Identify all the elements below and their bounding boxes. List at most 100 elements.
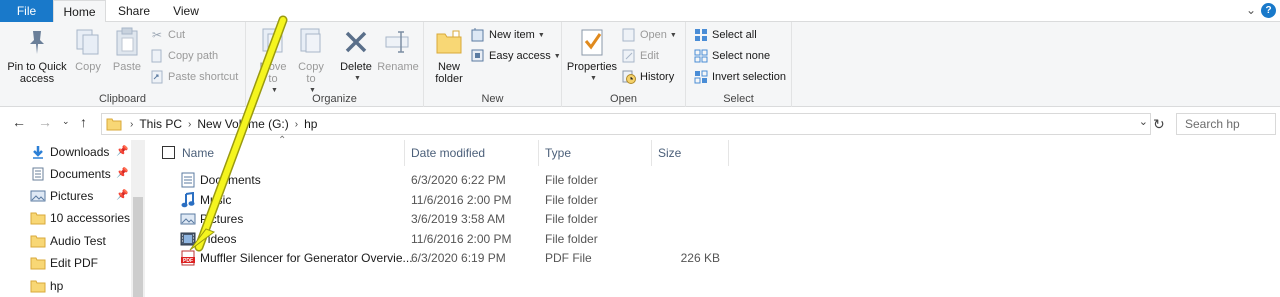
edit-button[interactable]: Edit — [622, 47, 659, 65]
file-date: 3/6/2019 3:58 AM — [411, 212, 506, 226]
forward-arrow-icon[interactable]: → — [38, 114, 52, 130]
expand-ribbon-chevron-icon[interactable]: ⌄ — [1246, 3, 1256, 17]
column-header-size[interactable]: Size — [652, 140, 729, 166]
edit-icon — [622, 49, 636, 63]
file-date: 11/6/2016 2:00 PM — [411, 193, 512, 207]
cut-button[interactable]: ✂ Cut — [150, 26, 185, 44]
file-name: Muffler Silencer for Generator Overvie..… — [200, 251, 413, 265]
file-row[interactable]: Music 11/6/2016 2:00 PM File folder — [154, 190, 729, 210]
rename-icon — [382, 26, 414, 58]
delete-button[interactable]: Delete ▼ — [336, 26, 376, 85]
paste-button[interactable]: Paste — [110, 26, 144, 73]
nav-item-documents[interactable]: Documents — [30, 163, 111, 185]
delete-x-icon — [340, 26, 372, 58]
nav-label-10-accessories: 10 accessories — [50, 211, 131, 225]
folder-location-icon — [106, 117, 122, 131]
breadcrumb-hp[interactable]: hp — [304, 117, 317, 131]
help-icon[interactable]: ? — [1261, 3, 1276, 18]
copy-path-label: Copy path — [168, 50, 219, 62]
folder-icon — [30, 234, 46, 248]
scissors-icon: ✂ — [151, 28, 163, 42]
navigation-bar: ← → ⌄ ↑ › This PC › New Volume (G:) › hp… — [0, 110, 1280, 138]
documents-folder-icon — [180, 172, 196, 188]
new-item-button[interactable]: New item ▼ — [471, 26, 545, 44]
file-date: 6/3/2020 6:22 PM — [411, 173, 506, 187]
organize-group-label: Organize — [312, 93, 357, 105]
copy-label: Copy — [75, 61, 101, 73]
nav-item-pictures[interactable]: Pictures — [30, 185, 93, 207]
file-list-header: ⌃ Name Date modified Type Size — [154, 135, 729, 166]
nav-item-downloads[interactable]: Downloads — [30, 141, 109, 163]
select-group: Select all Select none Invert selection … — [686, 22, 792, 107]
easy-access-button[interactable]: Easy access ▼ — [471, 47, 561, 65]
open-group: Properties ▼ Open ▼ Edit History Open — [562, 22, 686, 107]
copy-to-button[interactable]: Copy to ▼ — [294, 26, 328, 97]
history-label: History — [640, 71, 675, 83]
open-label: Open — [640, 29, 667, 41]
nav-item-hp[interactable]: hp — [30, 275, 63, 297]
file-type: File folder — [545, 193, 598, 207]
file-row[interactable]: Documents 6/3/2020 6:22 PM File folder — [154, 170, 729, 190]
nav-item-edit-pdf[interactable]: Edit PDF — [30, 252, 98, 274]
column-header-type[interactable]: Type — [539, 140, 652, 166]
file-name: Pictures — [200, 212, 244, 226]
open-icon — [622, 28, 636, 42]
recent-locations-chevron-icon[interactable]: ⌄ — [62, 116, 70, 127]
tab-home[interactable]: Home — [53, 0, 106, 23]
pinned-icon[interactable]: 📌 — [116, 168, 128, 179]
nav-label-audio-test: Audio Test — [50, 234, 106, 248]
file-size: 226 KB — [680, 251, 720, 265]
new-folder-button[interactable]: New folder — [430, 26, 468, 85]
move-to-icon — [257, 26, 289, 58]
ribbon: Pin to Quick access Copy Paste ✂ Cut Cop… — [0, 22, 1280, 107]
address-bar[interactable]: › This PC › New Volume (G:) › hp ⌄ — [101, 113, 1151, 135]
video-folder-icon — [180, 231, 196, 247]
breadcrumb-new-volume[interactable]: New Volume (G:) — [197, 117, 288, 131]
pin-to-quick-access-button[interactable]: Pin to Quick access — [6, 26, 68, 85]
new-folder-icon — [433, 26, 465, 58]
search-input[interactable]: Search hp — [1176, 113, 1276, 135]
move-to-button[interactable]: Move to ▼ — [256, 26, 290, 97]
open-button[interactable]: Open ▼ — [622, 26, 677, 44]
address-dropdown-chevron-icon[interactable]: ⌄ — [1139, 115, 1148, 128]
pinned-icon[interactable]: 📌 — [116, 146, 128, 157]
invert-selection-button[interactable]: Invert selection — [694, 68, 786, 86]
nav-item-10-accessories[interactable]: 10 accessories — [30, 207, 130, 229]
properties-label: Properties — [566, 61, 618, 73]
back-arrow-icon[interactable]: ← — [12, 114, 26, 130]
copy-path-button[interactable]: Copy path — [150, 47, 218, 65]
file-row[interactable]: Videos 11/6/2016 2:00 PM File folder — [154, 229, 729, 249]
rename-button[interactable]: Rename — [376, 26, 420, 73]
column-header-date-modified[interactable]: Date modified — [405, 140, 539, 166]
pinned-icon[interactable]: 📌 — [116, 190, 128, 201]
select-all-label: Select all — [712, 29, 757, 41]
refresh-icon[interactable]: ↻ — [1153, 116, 1165, 133]
file-row[interactable]: Pictures 3/6/2019 3:58 AM File folder — [154, 209, 729, 229]
tab-file[interactable]: File — [0, 0, 53, 22]
folder-icon — [30, 279, 46, 293]
column-header-name[interactable]: Name — [176, 140, 405, 166]
paste-shortcut-button[interactable]: Paste shortcut — [150, 68, 238, 86]
nav-item-audio-test[interactable]: Audio Test — [30, 230, 106, 252]
select-all-checkbox[interactable] — [162, 146, 175, 159]
select-none-button[interactable]: Select none — [694, 47, 770, 65]
tab-view[interactable]: View — [162, 0, 210, 22]
easy-access-label: Easy access — [489, 50, 551, 62]
copy-to-label: Copy to — [298, 61, 324, 85]
nav-pane-scrollbar-thumb[interactable] — [133, 197, 143, 297]
select-none-icon — [694, 49, 708, 63]
breadcrumb-this-pc[interactable]: This PC — [139, 117, 182, 131]
copy-icon — [72, 26, 104, 58]
file-row[interactable]: PDF Muffler Silencer for Generator Overv… — [154, 248, 729, 268]
copy-button[interactable]: Copy — [72, 26, 104, 73]
copy-to-icon — [295, 26, 327, 58]
invert-selection-icon — [694, 70, 708, 84]
properties-button[interactable]: Properties ▼ — [566, 26, 618, 85]
file-name: Music — [200, 193, 232, 207]
history-button[interactable]: History — [622, 68, 674, 86]
file-type: File folder — [545, 232, 598, 246]
tab-share[interactable]: Share — [110, 0, 158, 22]
up-arrow-icon[interactable]: ↑ — [80, 114, 87, 130]
navigation-pane: Downloads 📌 Documents 📌 Pictures 📌 10 ac… — [0, 140, 146, 297]
select-all-button[interactable]: Select all — [694, 26, 757, 44]
